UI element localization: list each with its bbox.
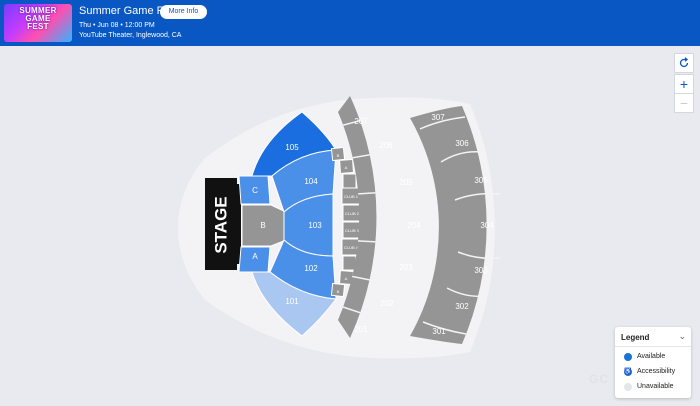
section-307-label: 307 <box>431 113 445 122</box>
box-upper-a: A <box>345 165 348 170</box>
section-305-label: 305 <box>474 176 488 185</box>
unavailable-dot-icon <box>624 383 632 391</box>
floor-section-c[interactable]: C <box>238 175 271 205</box>
available-dot-icon <box>624 353 632 361</box>
more-info-button[interactable]: More Info <box>160 5 207 19</box>
zoom-in-button[interactable]: + <box>674 74 694 94</box>
stage: STAGE <box>205 178 241 270</box>
event-header: SUMMER GAME FEST Summer Game Fest More I… <box>0 0 700 46</box>
legend-unavailable-label: Unavailable <box>637 383 674 390</box>
event-venue: YouTube Theater, Inglewood, CA <box>79 32 182 39</box>
legend-panel: Legend ⌄ Available ♿ Accessibility Unava… <box>615 327 691 398</box>
stage-label: STAGE <box>211 196 230 253</box>
box-lower-a: A <box>345 276 348 281</box>
legend-divider <box>615 346 691 347</box>
reset-icon <box>679 57 689 68</box>
reset-map-button[interactable] <box>674 53 694 73</box>
legend-title: Legend <box>621 333 650 342</box>
section-301-label: 301 <box>432 327 446 336</box>
watermark: GC <box>589 372 609 386</box>
section-105-label: 105 <box>285 143 299 152</box>
club-1-label: CLUB 1 <box>344 194 359 199</box>
section-303-label: 303 <box>474 266 488 275</box>
section-306-label: 306 <box>455 139 469 148</box>
legend-available-label: Available <box>637 353 666 360</box>
club-4-label: CLUB 4 <box>344 245 359 250</box>
event-thumbnail: SUMMER GAME FEST <box>4 4 72 42</box>
plus-icon: + <box>679 76 689 92</box>
floor-c-label: C <box>252 186 258 195</box>
section-202-label: 202 <box>380 299 394 308</box>
zoom-out-button[interactable]: − <box>674 93 694 113</box>
section-101-label: 101 <box>285 297 299 306</box>
section-304-label: 304 <box>480 221 494 230</box>
thumbnail-logo-text: SUMMER GAME FEST <box>19 6 57 31</box>
section-302-label: 302 <box>455 302 469 311</box>
floor-a-label: A <box>252 252 258 261</box>
club-3-label: CLUB 3 <box>345 228 360 233</box>
wheelchair-icon: ♿ <box>624 368 632 376</box>
club-2-label: CLUB 2 <box>345 211 360 216</box>
section-207-label: 207 <box>354 117 368 126</box>
floor-section-a[interactable]: A <box>238 246 271 273</box>
section-104-label: 104 <box>304 177 318 186</box>
minus-icon: − <box>679 95 689 111</box>
box-upper-b: B <box>337 153 340 158</box>
legend-accessibility-label: Accessibility <box>637 368 676 375</box>
floor-b-label: B <box>260 221 265 230</box>
section-206-label: 206 <box>379 141 393 150</box>
section-204-label: 204 <box>407 221 421 230</box>
section-201-label: 201 <box>354 325 368 334</box>
floor-section-b[interactable]: B <box>241 204 287 247</box>
section-203-label: 203 <box>399 263 413 272</box>
section-103-label: 103 <box>308 221 322 230</box>
chevron-down-icon[interactable]: ⌄ <box>678 331 686 342</box>
event-date: Thu • Jun 08 • 12:00 PM <box>79 22 155 29</box>
section-205-label: 205 <box>399 178 413 187</box>
box-lower-b: B <box>337 289 340 294</box>
section-102-label: 102 <box>304 264 318 273</box>
seat-map[interactable]: STAGE C B A 105 104 103 102 101 B A CLUB… <box>0 46 700 406</box>
